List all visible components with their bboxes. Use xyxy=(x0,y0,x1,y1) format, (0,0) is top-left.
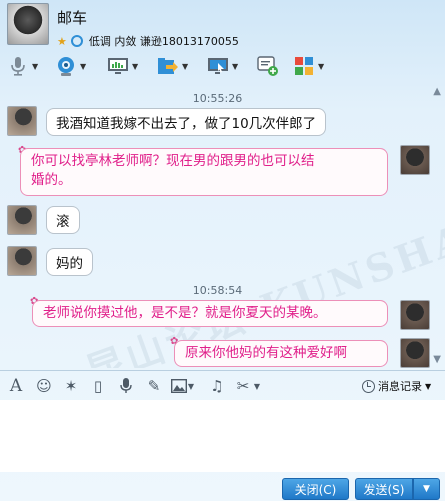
peer-avatar[interactable] xyxy=(7,106,37,136)
input-toolbar: A ☺ ✶ ▯ ✎ ▼ ♫ ✂ ▼ 消息记录 ▼ xyxy=(0,370,445,400)
peer-avatar[interactable] xyxy=(7,246,37,276)
chat-header: 邮车 ★ 低调 内敛 谦逊18013170055 xyxy=(0,0,445,52)
chat-history[interactable]: ▲ 昆山论坛 KUNSHAN BBS 10:55:26 我酒知道我嫁不出去了，做… xyxy=(0,82,445,368)
chevron-down-icon[interactable]: ▼ xyxy=(80,62,86,71)
clock-icon xyxy=(362,379,375,393)
self-avatar[interactable] xyxy=(400,145,430,175)
font-icon[interactable]: A xyxy=(7,376,25,396)
edit-icon[interactable]: ✎ xyxy=(145,377,163,395)
message-text: 老师说你摸过他，是不是？就是你夏天的某晚。 xyxy=(43,305,327,321)
chevron-down-icon[interactable]: ▼ xyxy=(32,62,38,71)
screen-share-icon xyxy=(107,55,129,77)
self-avatar[interactable] xyxy=(400,338,430,368)
message-add-button[interactable] xyxy=(257,54,279,78)
message-timestamp: 10:55:26 xyxy=(192,92,243,105)
magic-wand-icon[interactable]: ✶ xyxy=(62,377,80,395)
contact-signature: 低调 内敛 谦逊18013170055 xyxy=(88,35,239,48)
message-bubble-peer: 滚 xyxy=(46,206,80,234)
scroll-down-icon[interactable]: ▼ xyxy=(433,354,441,365)
app-grid-button[interactable]: ▼ xyxy=(293,54,324,78)
file-transfer-button[interactable]: ▼ xyxy=(157,54,188,78)
screenshot-scissors-icon[interactable]: ✂ xyxy=(234,377,252,395)
emoji-icon[interactable]: ☺ xyxy=(35,377,53,395)
send-button[interactable]: 发送(S) xyxy=(355,478,413,500)
message-text: 原来你他妈的有这种爱好啊 xyxy=(185,345,347,361)
chevron-down-icon[interactable]: ▼ xyxy=(182,62,188,71)
message-bubble-self: 老师说你摸过他，是不是？就是你夏天的某晚。 xyxy=(32,300,388,327)
message-text: 我酒知道我嫁不出去了，做了10几次伴郎了 xyxy=(56,116,317,132)
message-text: 婚的。 xyxy=(31,172,72,188)
music-icon[interactable]: ♫ xyxy=(208,377,226,395)
message-timestamp: 10:58:54 xyxy=(192,284,243,297)
contact-name[interactable]: 邮车 xyxy=(57,7,87,28)
voice-message-icon[interactable] xyxy=(117,377,135,395)
remote-assist-icon xyxy=(207,55,229,77)
contact-avatar[interactable] xyxy=(7,3,49,45)
status-row: ★ 低调 内敛 谦逊18013170055 xyxy=(57,33,239,49)
main-toolbar: ▼ ▼ ▼ ▼ ▼ ▼ xyxy=(0,52,445,82)
video-camera-icon xyxy=(55,55,77,77)
chevron-down-icon[interactable]: ▼ xyxy=(132,62,138,71)
message-add-icon xyxy=(257,55,279,77)
voice-call-button[interactable]: ▼ xyxy=(7,54,38,78)
self-avatar[interactable] xyxy=(400,300,430,330)
peer-avatar[interactable] xyxy=(7,205,37,235)
app-grid-icon xyxy=(293,55,315,77)
shake-window-icon[interactable]: ▯ xyxy=(89,377,107,395)
chevron-down-icon[interactable]: ▼ xyxy=(186,377,196,395)
star-icon: ★ xyxy=(57,34,67,48)
screen-share-button[interactable]: ▼ xyxy=(107,54,138,78)
chevron-down-icon: ▼ xyxy=(423,484,430,494)
message-bubble-peer: 妈的 xyxy=(46,248,93,276)
message-bubble-self: 你可以找亭林老师啊？现在男的跟男的也可以结 婚的。 xyxy=(20,148,388,196)
message-input[interactable] xyxy=(0,400,445,472)
message-text: 滚 xyxy=(56,214,70,230)
remote-assist-button[interactable]: ▼ xyxy=(207,54,238,78)
file-transfer-icon xyxy=(157,55,179,77)
chevron-down-icon[interactable]: ▼ xyxy=(318,62,324,71)
video-call-button[interactable]: ▼ xyxy=(55,54,86,78)
microphone-icon xyxy=(7,55,29,77)
chevron-down-icon[interactable]: ▼ xyxy=(425,382,431,391)
qq-status-icon xyxy=(70,35,83,47)
message-history-button[interactable]: 消息记录 ▼ xyxy=(362,378,431,394)
message-text: 妈的 xyxy=(56,256,83,272)
chevron-down-icon[interactable]: ▼ xyxy=(252,377,262,395)
message-text: 你可以找亭林老师啊？现在男的跟男的也可以结 xyxy=(31,153,315,169)
chevron-down-icon[interactable]: ▼ xyxy=(232,62,238,71)
message-bubble-peer: 我酒知道我嫁不出去了，做了10几次伴郎了 xyxy=(46,108,327,136)
chat-window: 邮车 ★ 低调 内敛 谦逊18013170055 ▼ ▼ ▼ ▼ ▼ ▼ ▲ 昆… xyxy=(0,0,445,501)
close-button[interactable]: 关闭(C) xyxy=(282,478,349,500)
history-label: 消息记录 xyxy=(378,380,422,393)
message-bubble-self: 原来你他妈的有这种爱好啊 xyxy=(174,340,388,367)
send-options-button[interactable]: ▼ xyxy=(413,478,440,500)
